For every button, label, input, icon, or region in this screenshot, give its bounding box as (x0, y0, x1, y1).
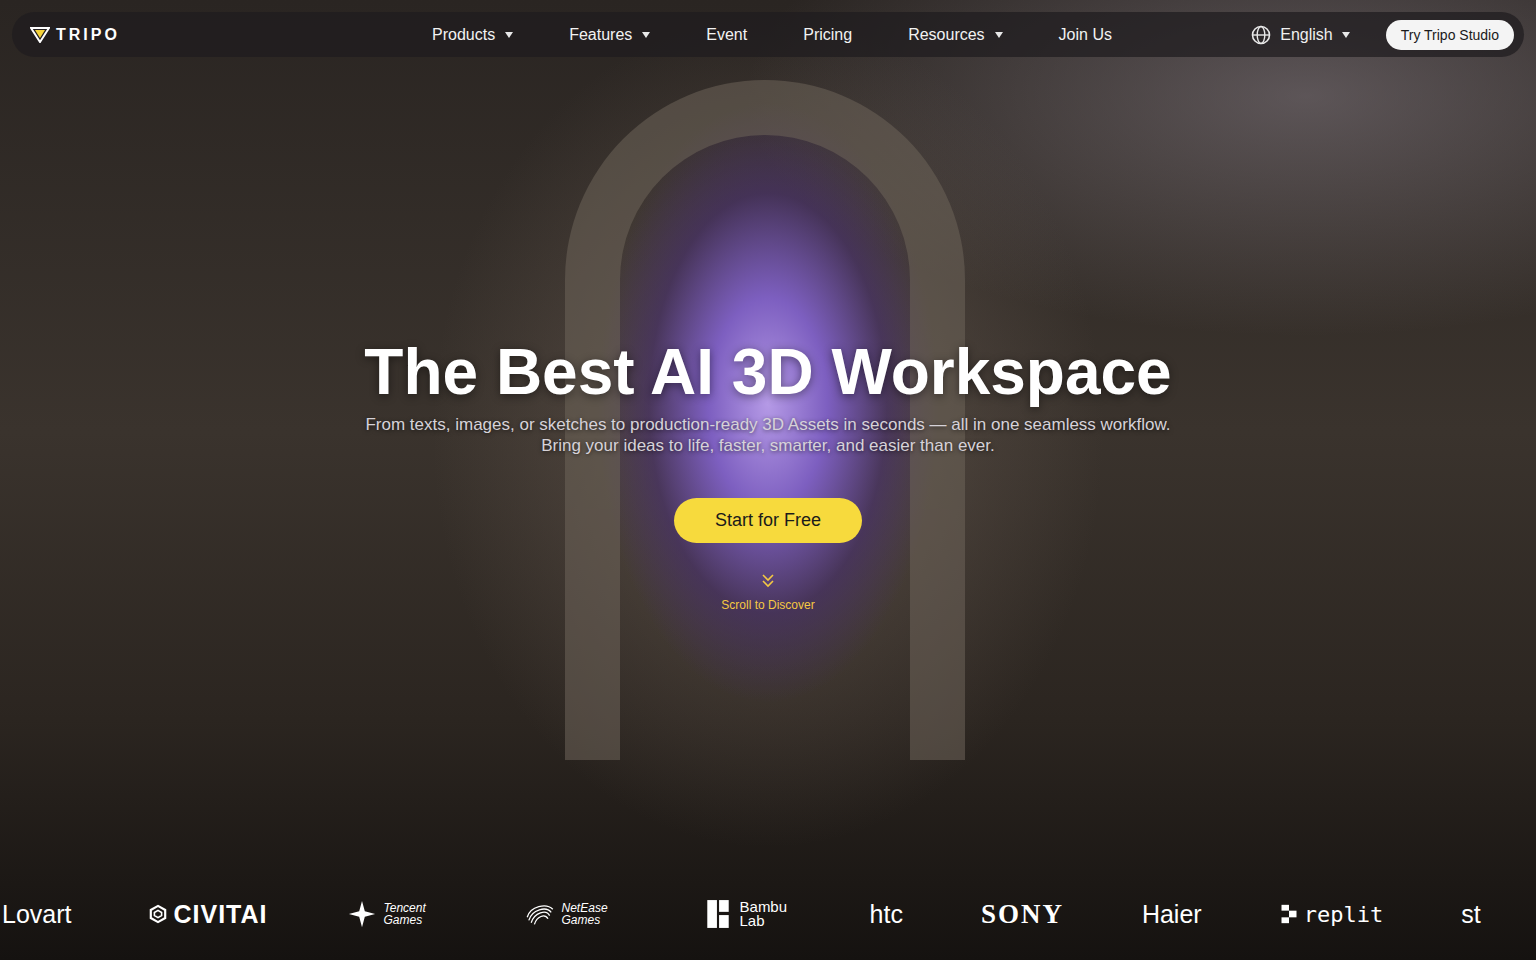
partner-logo: Lovart (2, 900, 71, 929)
netease-swirl-icon (524, 899, 556, 929)
hero-section: TRIPO Products Features Event Pricing Resourc… (0, 0, 1536, 960)
nav-item[interactable]: Event (706, 26, 747, 44)
scroll-hint[interactable]: Scroll to Discover (721, 573, 814, 612)
tencent-star-icon (346, 899, 378, 929)
landing-page: TRIPO Products Features Event Pricing Resourc… (0, 0, 1536, 960)
double-chevron-down-icon (761, 573, 775, 589)
brand-name: TRIPO (56, 26, 120, 44)
try-studio-button[interactable]: Try Tripo Studio (1386, 20, 1514, 50)
subtitle-line: From texts, images, or sketches to produ… (365, 414, 1170, 435)
globe-icon (1251, 25, 1271, 45)
civitai-hex-icon (149, 904, 167, 924)
partner-logo: st (1461, 900, 1480, 929)
nav-menu: Products Features Event Pricing Resources Joi… (432, 26, 1112, 44)
hero-content: The Best AI 3D Workspace From texts, imag… (0, 334, 1536, 612)
bambu-blocks-icon (702, 899, 734, 929)
partner-logo-strip: Lovart CIVITAI Tencent Games NetEase Games B… (0, 892, 1536, 936)
partner-logo: NetEase Games (524, 899, 624, 929)
subtitle-line: Bring your ideas to life, faster, smarte… (365, 435, 1170, 456)
nav-item[interactable]: Products (432, 26, 513, 44)
top-navbar: TRIPO Products Features Event Pricing Resourc… (12, 12, 1524, 57)
dropdown-caret-icon (995, 32, 1003, 38)
hero-background-image (0, 0, 1536, 960)
language-selector[interactable]: English (1251, 25, 1349, 45)
dropdown-caret-icon (1342, 32, 1350, 38)
start-free-button[interactable]: Start for Free (674, 498, 862, 543)
hero-title: The Best AI 3D Workspace (364, 334, 1171, 410)
hero-subtitle: From texts, images, or sketches to produ… (365, 414, 1170, 456)
nav-item[interactable]: Features (569, 26, 650, 44)
partner-logo: htc (870, 900, 903, 929)
partner-logo: SONY (981, 899, 1064, 930)
replit-icon (1280, 904, 1298, 924)
nav-actions: English Try Tripo Studio (1112, 20, 1514, 50)
tripo-v-icon (30, 27, 50, 43)
partner-logo: CIVITAI (149, 900, 267, 929)
partner-logo: Tencent Games (346, 899, 446, 929)
partner-logo: Bambu Lab (702, 899, 792, 929)
nav-item[interactable]: Pricing (803, 26, 852, 44)
brand-logo[interactable]: TRIPO (30, 26, 432, 44)
partner-logo: replit (1280, 902, 1383, 927)
dropdown-caret-icon (505, 32, 513, 38)
partner-logo: Haier (1142, 900, 1202, 929)
nav-item[interactable]: Resources (908, 26, 1002, 44)
nav-item[interactable]: Join Us (1059, 26, 1112, 44)
dropdown-caret-icon (642, 32, 650, 38)
